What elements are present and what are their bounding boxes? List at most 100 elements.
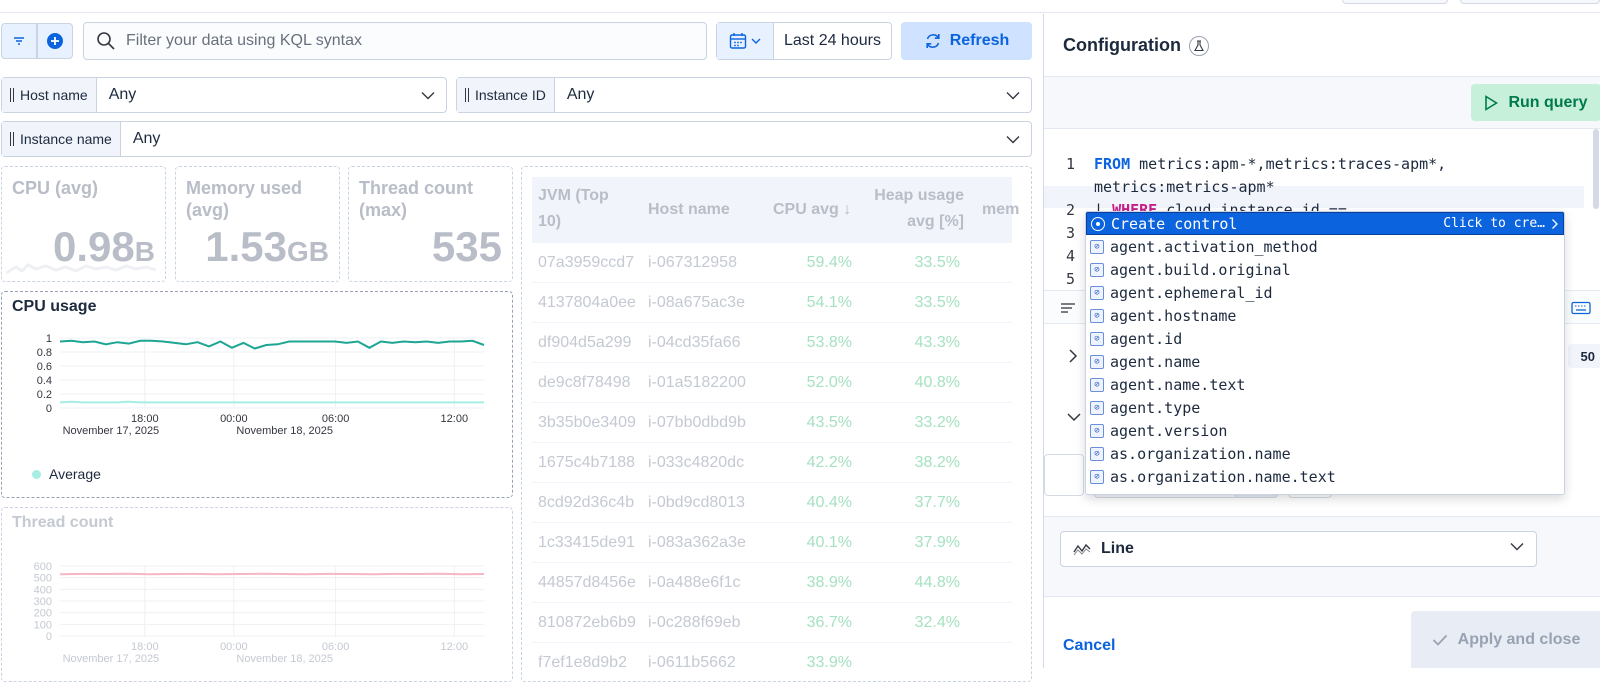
col-jvm[interactable]: JVM (Top 10): [538, 183, 618, 235]
chevron-down-icon: [1006, 91, 1020, 100]
x-tick-label: 00:00: [220, 641, 248, 653]
field-type-icon: ⊘: [1090, 309, 1104, 323]
autocomplete-field-option[interactable]: ⊘agent.ephemeral_id: [1086, 281, 1564, 304]
table-row[interactable]: 1c33415de91i-083a362a3e40.1%37.9%: [532, 523, 1012, 563]
col-host[interactable]: Host name: [648, 197, 730, 223]
autocomplete-field-option[interactable]: ⊘agent.type: [1086, 396, 1564, 419]
table-row[interactable]: df904d5a299i-04cd35fa6653.8%43.3%: [532, 323, 1012, 363]
table-cell: 07a3959ccd7: [538, 254, 642, 272]
x-tick-label: 06:00: [322, 413, 350, 425]
table-cell: i-0a488e6f1c: [648, 574, 752, 592]
table-cell: 32.4%: [862, 614, 960, 632]
table-cell: i-01a5182200: [648, 374, 752, 392]
autocomplete-field-option[interactable]: ⊘agent.hostname: [1086, 304, 1564, 327]
refresh-icon: [924, 32, 942, 50]
table-cell: i-067312958: [648, 254, 752, 272]
autocomplete-dropdown: Create control Click to cre… ⊘agent.acti…: [1085, 211, 1565, 495]
count-badge: 50: [1568, 344, 1600, 368]
plus-circle-icon: [45, 31, 65, 51]
dashboard-area: Filter your data using KQL syntax Last 2…: [0, 14, 1040, 668]
cpu-usage-panel[interactable]: CPU usage 10.80.60.40.2018:0000:0006:001…: [1, 291, 513, 498]
table-cell: 43.5%: [772, 414, 852, 432]
table-row[interactable]: 8cd92d36c4bi-0bd9cd801340.4%37.7%: [532, 483, 1012, 523]
control-instance-id[interactable]: Instance ID Any: [456, 77, 1032, 113]
date-picker[interactable]: Last 24 hours: [716, 22, 892, 60]
table-row[interactable]: 44857d8456ei-0a488e6f1c38.9%44.8%: [532, 563, 1012, 603]
drag-handle-icon[interactable]: [10, 88, 14, 102]
field-type-icon: ⊘: [1090, 470, 1104, 484]
table-row[interactable]: 1675c4b7188i-033c4820dc42.2%38.2%: [532, 443, 1012, 483]
refresh-button[interactable]: Refresh: [901, 22, 1032, 60]
run-query-button[interactable]: Run query: [1471, 84, 1600, 121]
field-type-icon: ⊘: [1090, 263, 1104, 277]
filter-options-button[interactable]: [1, 23, 37, 59]
x-tick-label: 00:00: [220, 413, 248, 425]
metric-cpu-avg[interactable]: CPU (avg) 0.98B: [1, 166, 166, 282]
table-cell: 54.1%: [772, 294, 852, 312]
autocomplete-field-option[interactable]: ⊘as.organization.name: [1086, 442, 1564, 465]
chevron-down-icon[interactable]: [1066, 412, 1082, 422]
field-type-icon: ⊘: [1090, 447, 1104, 461]
table-row[interactable]: f7ef1e8d9b2i-0611b566233.9%: [532, 643, 1012, 682]
control-host-name[interactable]: Host name Any: [1, 77, 447, 113]
chart-type-select[interactable]: Line: [1060, 531, 1537, 567]
field-type-icon: ⊘: [1090, 332, 1104, 346]
editor-scrollbar[interactable]: [1593, 129, 1599, 209]
drag-handle-icon[interactable]: [465, 88, 469, 102]
table-header: JVM (Top 10) Host name CPU avg ↓ Heap us…: [532, 177, 1012, 243]
refresh-label: Refresh: [950, 32, 1010, 50]
cancel-button[interactable]: Cancel: [1063, 637, 1115, 655]
series-line[interactable]: [60, 402, 484, 403]
time-range-label[interactable]: Last 24 hours: [774, 32, 881, 50]
autocomplete-field-option[interactable]: ⊘agent.version: [1086, 419, 1564, 442]
metric-memory-used[interactable]: Memory used(avg) 1.53GB: [175, 166, 340, 282]
autocomplete-field-option[interactable]: ⊘agent.build.original: [1086, 258, 1564, 281]
table-cell: 40.8%: [862, 374, 960, 392]
table-cell: 44.8%: [862, 574, 960, 592]
hidden-button[interactable]: [1044, 454, 1084, 496]
apply-and-close-button[interactable]: Apply and close: [1411, 611, 1600, 668]
header-button-ghost[interactable]: [1460, 0, 1600, 4]
thread-count-panel[interactable]: Thread count 600500400300200100018:0000:…: [1, 507, 513, 682]
table-row[interactable]: 07a3959ccd7i-06731295859.4%33.5%: [532, 243, 1012, 283]
control-value: Any: [555, 86, 995, 104]
drag-handle-icon[interactable]: [10, 132, 14, 146]
table-row[interactable]: 4137804a0eei-08a675ac3e54.1%33.5%: [532, 283, 1012, 323]
create-control-option[interactable]: Create control Click to cre…: [1086, 212, 1564, 235]
quick-select-button[interactable]: [717, 23, 774, 59]
control-label: Host name: [2, 78, 97, 112]
header-button-ghost[interactable]: [1342, 0, 1448, 4]
table-cell: 37.9%: [862, 534, 960, 552]
x-date-label: November 17, 2025: [63, 653, 160, 665]
series-line[interactable]: [60, 341, 484, 349]
autocomplete-field-option[interactable]: ⊘as.organization.name.text: [1086, 465, 1564, 488]
col-mem[interactable]: mem: [982, 197, 1019, 223]
add-filter-button[interactable]: [37, 23, 73, 59]
table-cell: 33.5%: [862, 254, 960, 272]
table-cell: 52.0%: [772, 374, 852, 392]
x-tick-label: 06:00: [322, 641, 350, 653]
chevron-right-icon[interactable]: [1068, 348, 1078, 364]
jvm-table-panel[interactable]: JVM (Top 10) Host name CPU avg ↓ Heap us…: [521, 166, 1032, 682]
table-cell: 33.9%: [772, 654, 852, 672]
metric-thread-count[interactable]: Thread count(max) 535: [348, 166, 513, 282]
table-cell: 1675c4b7188: [538, 454, 642, 472]
chart-legend[interactable]: Average: [32, 466, 101, 482]
autocomplete-field-option[interactable]: ⊘agent.activation_method: [1086, 235, 1564, 258]
autocomplete-field-option[interactable]: ⊘agent.name.text: [1086, 373, 1564, 396]
autocomplete-field-option[interactable]: ⊘agent.id: [1086, 327, 1564, 350]
thread-count-chart: 600500400300200100018:0000:0006:0012:00N…: [2, 508, 513, 682]
y-tick-label: 300: [34, 596, 52, 608]
col-cpu[interactable]: CPU avg ↓: [773, 197, 851, 223]
col-heap[interactable]: Heap usage avg [%]: [854, 183, 964, 235]
keyboard-icon[interactable]: [1571, 301, 1591, 315]
table-row[interactable]: 3b35b0e3409i-07bb0dbd9b43.5%33.2%: [532, 403, 1012, 443]
x-date-label: November 18, 2025: [236, 653, 333, 665]
kql-search-input[interactable]: Filter your data using KQL syntax: [83, 22, 707, 60]
table-row[interactable]: de9c8f78498i-01a518220052.0%40.8%: [532, 363, 1012, 403]
wrap-icon[interactable]: [1060, 301, 1076, 315]
autocomplete-field-option[interactable]: ⊘agent.name: [1086, 350, 1564, 373]
control-instance-name[interactable]: Instance name Any: [1, 121, 1032, 157]
beaker-icon: [1189, 36, 1209, 56]
table-row[interactable]: 810872eb6b9i-0c288f69eb36.7%32.4%: [532, 603, 1012, 643]
